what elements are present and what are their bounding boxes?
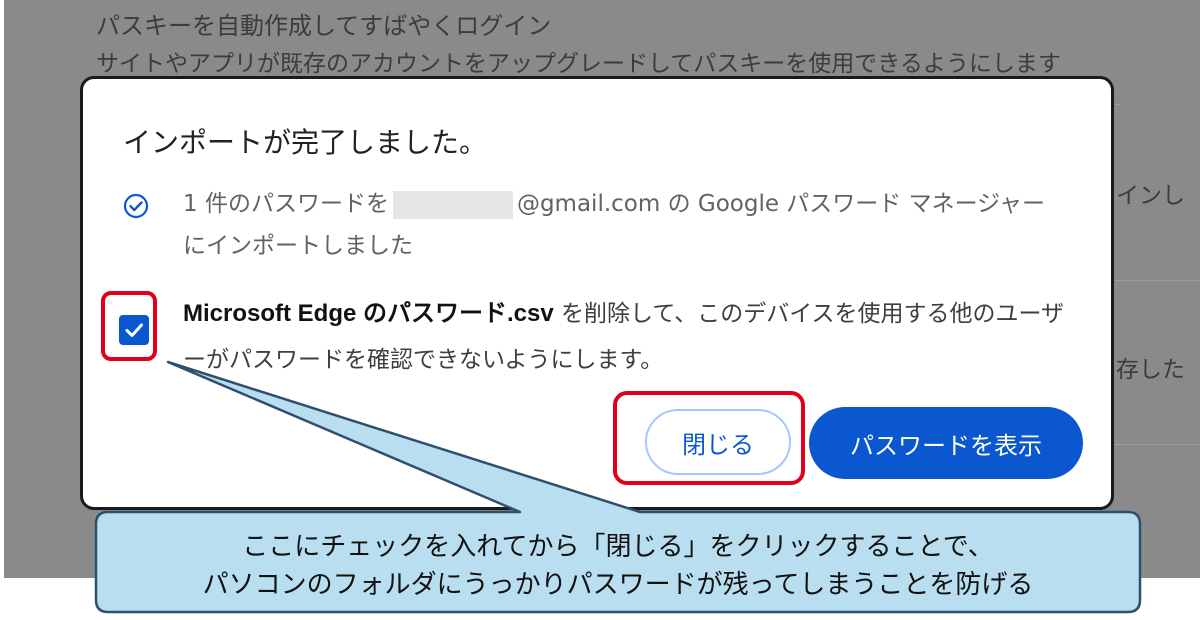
callout-line-2: パソコンのフォルダにうっかりパスワードが残ってしまうことを防げる (202, 570, 1034, 600)
callout-line-1: ここにチェックを入れてから「閉じる」をクリックすることで、 (242, 532, 994, 562)
callout-text: ここにチェックを入れてから「閉じる」をクリックすることで、 パソコンのフォルダに… (96, 520, 1140, 612)
